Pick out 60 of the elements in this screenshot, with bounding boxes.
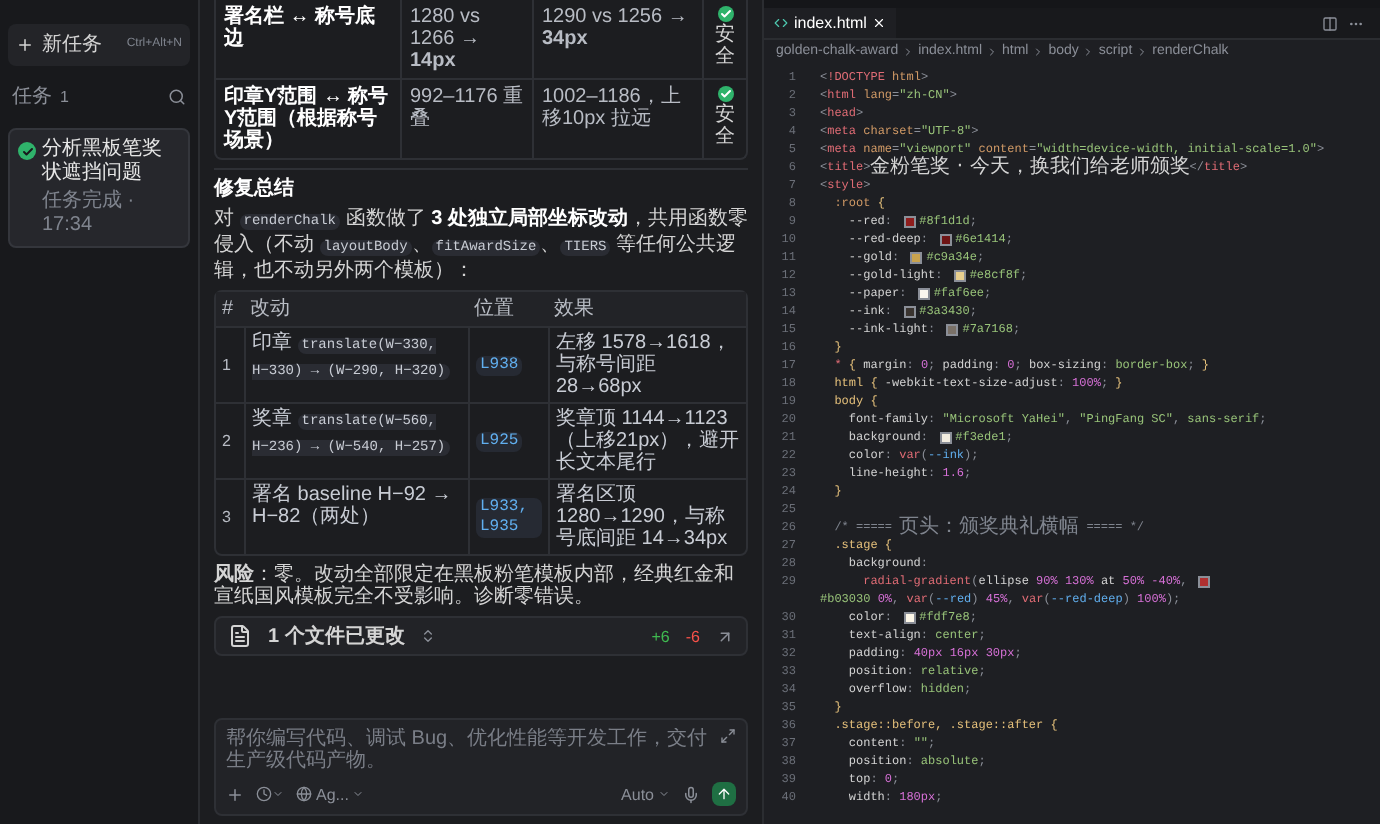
table-cell-text: 2 [220,430,233,454]
column-header: 改动 [248,296,292,324]
removed-count: -6 [685,625,700,647]
line-link[interactable]: L925 [476,431,523,451]
line-link[interactable]: L933, L935 [476,497,542,537]
table-cell-text: 1 [220,354,233,378]
expand-icon[interactable] [720,728,736,744]
mic-icon[interactable] [682,785,700,803]
task-count: 1 [60,85,69,109]
files-changed-label: 1 个文件已更改 [268,625,405,647]
arrow-up-icon [716,786,732,802]
table-cell: 1002–1186，上移10px 拉远 [532,80,702,158]
table-cell: 署名 baseline H−92 → H−82（两处） [244,480,468,554]
table-cell-text: 印章Y范围 ↔ 称号Y范围（根据称号场景） [221,82,391,156]
table-cell: 1290 vs 1256 → 34px [532,0,702,78]
task-item[interactable]: 分析黑板笔奖状遮挡问题 任务完成 · 17:34 [8,128,190,248]
chevron-icon [902,46,915,58]
chevron-icon [1032,46,1045,58]
expand-icon[interactable] [420,628,437,644]
table-cell-text: 署名栏 ↔ 称号底边 [222,2,378,54]
files-changed-card[interactable]: 1 个文件已更改 +6 -6 [214,616,748,656]
table-cell: 992–1176 重叠 [400,80,532,158]
table-cell: 左移 1578→1618，与称号间距 28→68px [548,328,746,402]
added-count: +6 [651,625,670,647]
mode-button[interactable]: Auto [621,783,670,805]
editor-tab[interactable]: index.html [764,8,897,38]
chevron-icon [1082,46,1095,58]
table-cell-text: 3 [220,506,233,530]
close-icon[interactable] [872,16,887,30]
table-cell: 1280 vs 1266 → 14px [400,0,532,78]
code-icon [774,16,788,30]
table-cell: 署名区顶 1280→1290，与称号底间距 14→34px [548,480,746,554]
caret-icon [352,788,365,800]
globe-icon [296,786,312,802]
verdict-text: 安全 [715,104,735,148]
risk-paragraph: 风险：零。改动全部限定在黑板粉笔模板内部，经典红金和宣纸国风模板完全不受影响。诊断零错误。 [214,564,736,608]
plus-icon [16,36,34,54]
line-link[interactable]: L938 [476,355,523,375]
split-editor-icon[interactable] [1322,15,1338,31]
column-header: 效果 [552,296,596,324]
clock-icon [256,786,272,802]
add-icon[interactable] [226,785,244,803]
model-button[interactable]: Ag... [296,783,365,805]
table-cell: 奖章顶 1144→1123（上移21px），避开长文本尾行 [548,404,746,478]
chevron-icon [1136,46,1149,58]
search-icon[interactable] [168,88,186,106]
caret-icon [272,788,284,800]
send-button[interactable] [712,782,736,806]
verdict-text: 安全 [715,24,735,68]
chevron-icon [986,46,998,58]
open-icon[interactable] [716,627,734,645]
history-button[interactable] [256,786,284,802]
task-title: 分析黑板笔奖状遮挡问题 [42,138,164,186]
section-heading: 修复总结 [214,178,296,200]
task-status: 任务完成 · 17:34 [40,190,137,238]
column-header: # [220,296,236,324]
file-icon [228,624,252,648]
column-header: 位置 [472,295,516,324]
caret-icon [658,788,670,800]
section-label: 任务 [12,84,52,112]
